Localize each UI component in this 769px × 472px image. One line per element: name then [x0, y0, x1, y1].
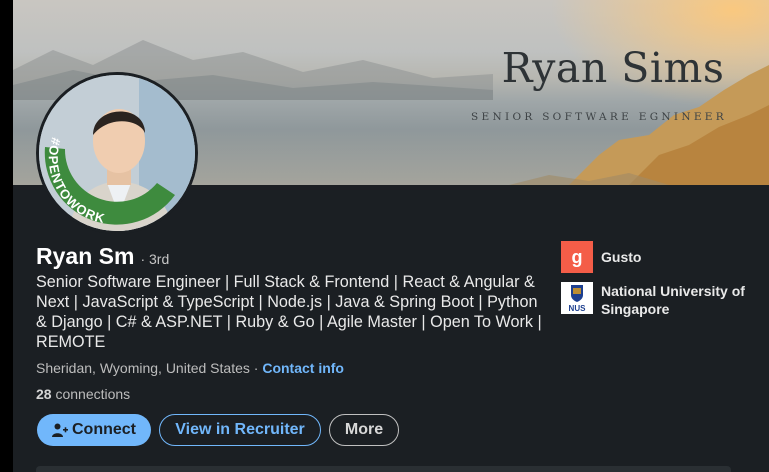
add-person-icon	[52, 423, 68, 437]
window-edge	[0, 0, 13, 472]
profile-name: Ryan Sm	[36, 243, 135, 269]
location-separator: ·	[249, 360, 263, 376]
next-section-edge	[36, 466, 731, 472]
company-name: Gusto	[601, 249, 642, 265]
school-name: National University of Singapore	[601, 283, 745, 317]
name-row: Ryan Sm · 3rd	[36, 243, 169, 270]
svg-text:#OPENTOWORK: #OPENTOWORK	[46, 136, 107, 226]
svg-text:NUS: NUS	[569, 304, 587, 313]
gusto-logo: g	[561, 241, 593, 273]
open-to-work-ring: #OPENTOWORK	[44, 136, 176, 226]
banner-title: SENIOR SOFTWARE EGNINEER	[471, 111, 727, 123]
connections-count: 28	[36, 386, 52, 402]
open-to-work-label: #OPENTOWORK	[46, 136, 106, 226]
more-button[interactable]: More	[329, 414, 399, 446]
nus-crest-icon: NUS	[569, 285, 587, 313]
connect-button[interactable]: Connect	[37, 414, 151, 446]
connection-degree: · 3rd	[140, 251, 170, 267]
connections-label: connections	[51, 386, 131, 402]
profile-headline: Senior Software Engineer | Full Stack & …	[36, 273, 542, 351]
banner-name: Ryan Sims	[501, 44, 725, 92]
profile-avatar[interactable]: #OPENTOWORK	[36, 72, 198, 234]
contact-info-link[interactable]: Contact info	[262, 360, 344, 376]
education-school[interactable]: NUS National University of Singapore	[561, 282, 761, 318]
location-row: Sheridan, Wyoming, United States · Conta…	[36, 360, 344, 376]
connections-link[interactable]: 28 connections	[36, 386, 130, 402]
profile-location: Sheridan, Wyoming, United States	[36, 360, 250, 376]
view-in-recruiter-button[interactable]: View in Recruiter	[159, 414, 321, 446]
nus-logo: NUS	[561, 282, 593, 314]
current-company[interactable]: g Gusto	[561, 241, 641, 273]
connect-label: Connect	[72, 421, 136, 438]
